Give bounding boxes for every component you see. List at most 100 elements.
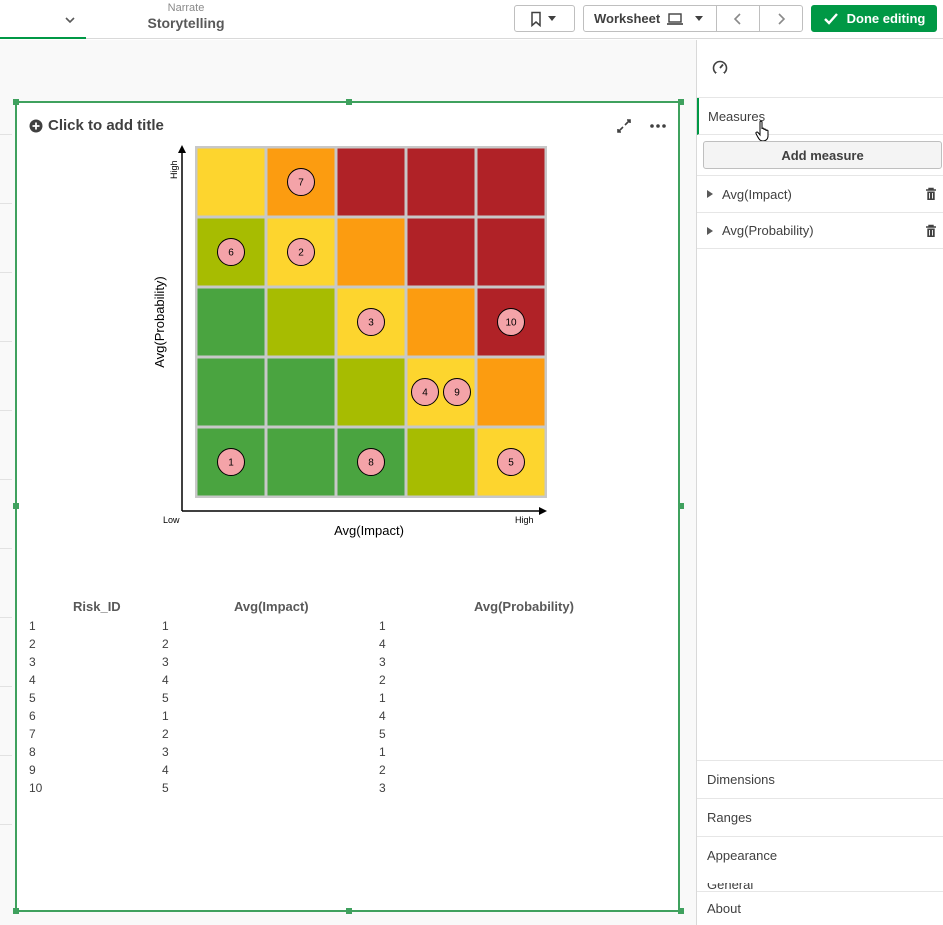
matrix-cell — [477, 148, 545, 216]
table-header-cell[interactable]: Risk_ID — [73, 599, 121, 614]
table-cell: 5 — [379, 727, 386, 741]
table-cell: 2 — [162, 727, 169, 741]
section-label: Dimensions — [707, 772, 775, 787]
matrix-cell — [337, 218, 405, 286]
table-row: 3 3 3 — [29, 655, 669, 673]
risk-point-label: 2 — [298, 248, 304, 259]
table-cell: 1 — [379, 619, 386, 633]
table-cell: 7 — [29, 727, 36, 741]
worksheet-button[interactable]: Worksheet — [583, 5, 717, 32]
chevron-down-icon[interactable] — [64, 14, 76, 26]
resize-handle[interactable] — [346, 908, 352, 914]
trash-icon[interactable] — [925, 187, 937, 201]
section-label: Appearance — [707, 848, 778, 863]
matrix-cell — [337, 358, 405, 426]
previous-sheet-button[interactable] — [716, 5, 760, 32]
section-ranges[interactable]: Ranges — [697, 798, 943, 836]
table-cell: 3 — [162, 745, 169, 759]
matrix-cell — [267, 288, 335, 356]
table-cell: 4 — [379, 709, 386, 723]
risk-point-label: 10 — [505, 318, 517, 329]
table-header-cell[interactable]: Avg(Impact) — [234, 599, 309, 614]
bookmark-button[interactable] — [514, 5, 575, 32]
table-cell: 8 — [29, 745, 36, 759]
table-row: 1 1 1 — [29, 619, 669, 637]
table-cell: 3 — [379, 655, 386, 669]
measures-section-header[interactable]: Measures — [697, 98, 943, 142]
matrix-cell — [407, 148, 475, 216]
risk-point-label: 7 — [298, 178, 304, 189]
table-cell: 4 — [29, 673, 36, 687]
table-row: 8 3 1 — [29, 745, 669, 763]
matrix-cell — [197, 288, 265, 356]
measure-item-avg-impact[interactable]: Avg(Impact) — [697, 175, 943, 212]
table-cell: 2 — [379, 673, 386, 687]
next-sheet-button[interactable] — [759, 5, 803, 32]
table-row: 5 5 1 — [29, 691, 669, 709]
table-cell: 5 — [29, 691, 36, 705]
matrix-cell — [407, 428, 475, 496]
x-axis-arrow — [539, 507, 547, 515]
panel-header — [697, 40, 943, 98]
grid-line — [0, 548, 12, 549]
tab-category-label: Narrate — [167, 2, 205, 14]
expand-triangle-icon[interactable] — [707, 226, 713, 235]
table-cell: 1 — [162, 619, 169, 633]
data-table: Risk_ID Avg(Impact) Avg(Probability) 1 1 1 2 2 4… — [29, 599, 669, 799]
matrix-cell — [267, 358, 335, 426]
expand-triangle-icon[interactable] — [707, 190, 713, 198]
grid-line — [0, 134, 12, 135]
grid-line — [0, 203, 12, 204]
section-about[interactable]: About — [697, 891, 943, 925]
table-cell: 3 — [29, 655, 36, 669]
risk-matrix-visualization[interactable]: Click to add title Low High High Avg(Impact… — [13, 99, 684, 914]
grid-line — [0, 824, 12, 825]
table-cell: 5 — [162, 691, 169, 705]
section-dimensions[interactable]: Dimensions — [697, 760, 943, 798]
table-cell: 2 — [379, 763, 386, 777]
y-axis-title: Avg(Probability) — [152, 276, 167, 368]
done-editing-button[interactable]: Done editing — [811, 5, 937, 32]
matrix-cell — [477, 218, 545, 286]
tab-narrate-storytelling[interactable]: Narrate Storytelling — [140, 2, 232, 31]
table-row: 9 4 2 — [29, 763, 669, 781]
grid-line — [0, 755, 12, 756]
tab-label: Storytelling — [147, 15, 225, 31]
section-label: About — [707, 901, 741, 916]
risk-point-label: 6 — [228, 248, 234, 259]
gauge-icon — [712, 60, 728, 76]
trash-icon[interactable] — [925, 224, 937, 238]
table-cell: 5 — [162, 781, 169, 795]
add-measure-button[interactable]: Add measure — [703, 141, 942, 169]
table-cell: 1 — [379, 691, 386, 705]
resize-handle[interactable] — [678, 908, 684, 914]
measure-item-avg-probability[interactable]: Avg(Probability) — [697, 212, 943, 249]
grid-line — [0, 479, 12, 480]
x-axis-title: Avg(Impact) — [334, 523, 404, 538]
resize-handle[interactable] — [13, 908, 19, 914]
done-editing-label: Done editing — [846, 11, 926, 26]
tab-previous[interactable] — [0, 0, 86, 39]
table-cell: 2 — [29, 637, 36, 651]
chevron-right-icon — [778, 12, 786, 25]
risk-point-label: 3 — [368, 318, 374, 329]
x-axis-high-label: High — [515, 515, 534, 525]
bookmark-icon — [530, 11, 541, 27]
matrix-cell — [407, 288, 475, 356]
matrix-cell — [267, 428, 335, 496]
table-header-cell[interactable]: Avg(Probability) — [474, 599, 574, 614]
matrix-cell — [197, 148, 265, 216]
table-cell: 1 — [379, 745, 386, 759]
hand-cursor-icon — [755, 120, 769, 142]
caret-down-icon — [695, 15, 704, 21]
table-cell: 1 — [29, 619, 36, 633]
y-axis-high-label: High — [169, 160, 179, 179]
appearance-general-item[interactable]: General — [707, 883, 807, 891]
x-axis-low-label: Low — [163, 515, 180, 525]
risk-point-label: 4 — [422, 388, 428, 399]
matrix-cell — [407, 218, 475, 286]
risk-matrix-chart: Low High High Avg(Impact) Avg(Probability) 1 2… — [152, 145, 547, 538]
general-label: General — [707, 883, 754, 891]
table-cell: 10 — [29, 781, 43, 795]
section-appearance[interactable]: Appearance — [697, 836, 943, 874]
